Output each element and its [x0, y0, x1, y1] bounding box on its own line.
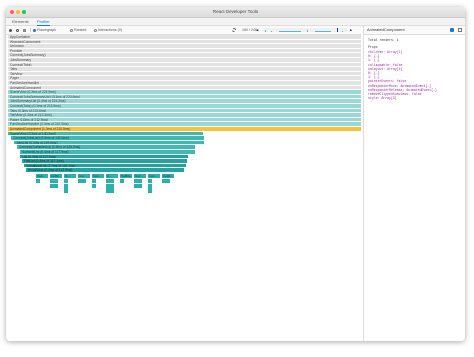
flamegraph-chart[interactable]: AppContainer WrappedComponent Unknown Provi… [6, 35, 361, 341]
flame-leaf-cell[interactable]: C… [64, 174, 76, 179]
clear-icon[interactable] [23, 28, 26, 32]
prop-line[interactable]: style: Array[3] [368, 96, 397, 100]
settings-gear-icon[interactable] [232, 27, 236, 32]
flame-leaf-cell[interactable]: Cell… [36, 174, 48, 179]
flame-bar[interactable]: ScrollView (0.4ms of 113.9ms) [26, 168, 184, 173]
flame-leaf-cell[interactable] [120, 178, 124, 184]
flame-leaf-cell[interactable]: CellRe… [120, 174, 132, 179]
selected-component-panel: AnimatedComponent Total renders: 1 Props… [363, 26, 465, 341]
profiler-toolbar: Flamegraph Ranked Interactions (0) 150 /… [6, 26, 361, 35]
title-bar: React Developer Tools [6, 7, 465, 18]
flame-leaf-cell[interactable] [78, 178, 86, 184]
flame-leaf-cell[interactable] [36, 178, 40, 184]
flamegraph-label: Flamegraph [37, 28, 57, 32]
flame-leaf-cell[interactable] [64, 183, 68, 188]
tab-elements[interactable]: Elements [12, 19, 29, 25]
ranked-label: Ranked [74, 28, 87, 32]
flame-leaf-cell[interactable] [148, 183, 152, 188]
interactions-radio-icon [94, 28, 97, 32]
flame-leaf-cell[interactable] [134, 183, 142, 188]
flame-leaf-cell[interactable] [92, 183, 96, 188]
devtools-window: React Developer Tools Elements Profiler … [6, 7, 465, 341]
flame-leaf-cell[interactable]: CellR… [50, 174, 62, 179]
window-title: React Developer Tools [212, 9, 259, 14]
inspect-icon[interactable] [450, 28, 454, 32]
devtools-tabs: Elements Profiler [6, 18, 465, 26]
flame-leaf-cell[interactable] [50, 183, 58, 188]
flame-leaf-cell[interactable] [64, 188, 68, 193]
flame-leaf-cell[interactable] [50, 178, 58, 184]
previous-commit-icon[interactable]: ◀ [256, 28, 258, 32]
flame-leaf-cell[interactable]: Cell… [134, 174, 146, 179]
interactions-option[interactable]: Interactions (0) [94, 26, 122, 34]
flame-leaf-cell[interactable]: Cell… [92, 174, 104, 179]
flame-leaf-cell[interactable]: C… [106, 174, 118, 179]
selected-component-name: AnimatedComponent [367, 27, 405, 32]
flame-leaf-cell[interactable] [162, 178, 170, 184]
flame-leaf-cell[interactable] [148, 188, 152, 193]
flame-leaf-cell[interactable] [92, 178, 96, 184]
flamegraph-option[interactable]: Flamegraph [33, 26, 56, 34]
flame-leaf-cell[interactable] [106, 178, 114, 184]
ranked-radio-icon [70, 28, 73, 32]
flame-leaf-cell[interactable] [64, 178, 68, 184]
flame-leaf-cell[interactable] [134, 178, 142, 184]
props-header: Props [368, 45, 378, 49]
flame-leaf-cell[interactable]: Cell… [148, 174, 160, 179]
record-icon[interactable] [9, 28, 12, 32]
view-source-icon[interactable] [458, 28, 462, 32]
commit-counter: 150 / 246 [242, 28, 257, 32]
flame-leaf-cell[interactable] [106, 183, 114, 188]
tab-profiler[interactable]: Profiler [37, 19, 50, 26]
panel-header: AnimatedComponent [364, 26, 465, 35]
total-renders: Total renders: 1 [368, 38, 399, 42]
ranked-option[interactable]: Ranked [70, 26, 86, 34]
flame-leaf-cell[interactable] [106, 188, 114, 193]
next-commit-icon[interactable]: ▶ [350, 28, 352, 32]
divider [30, 28, 31, 32]
flame-leaf-cell[interactable]: Cel… [78, 174, 90, 179]
flame-leaf-cell[interactable]: CellR… [162, 174, 174, 179]
commit-selector[interactable] [263, 28, 347, 32]
flame-leaf-cell[interactable] [148, 178, 152, 184]
interactions-label: Interactions (0) [98, 28, 122, 32]
reload-icon[interactable] [16, 28, 19, 32]
flamegraph-radio-icon [33, 28, 36, 32]
